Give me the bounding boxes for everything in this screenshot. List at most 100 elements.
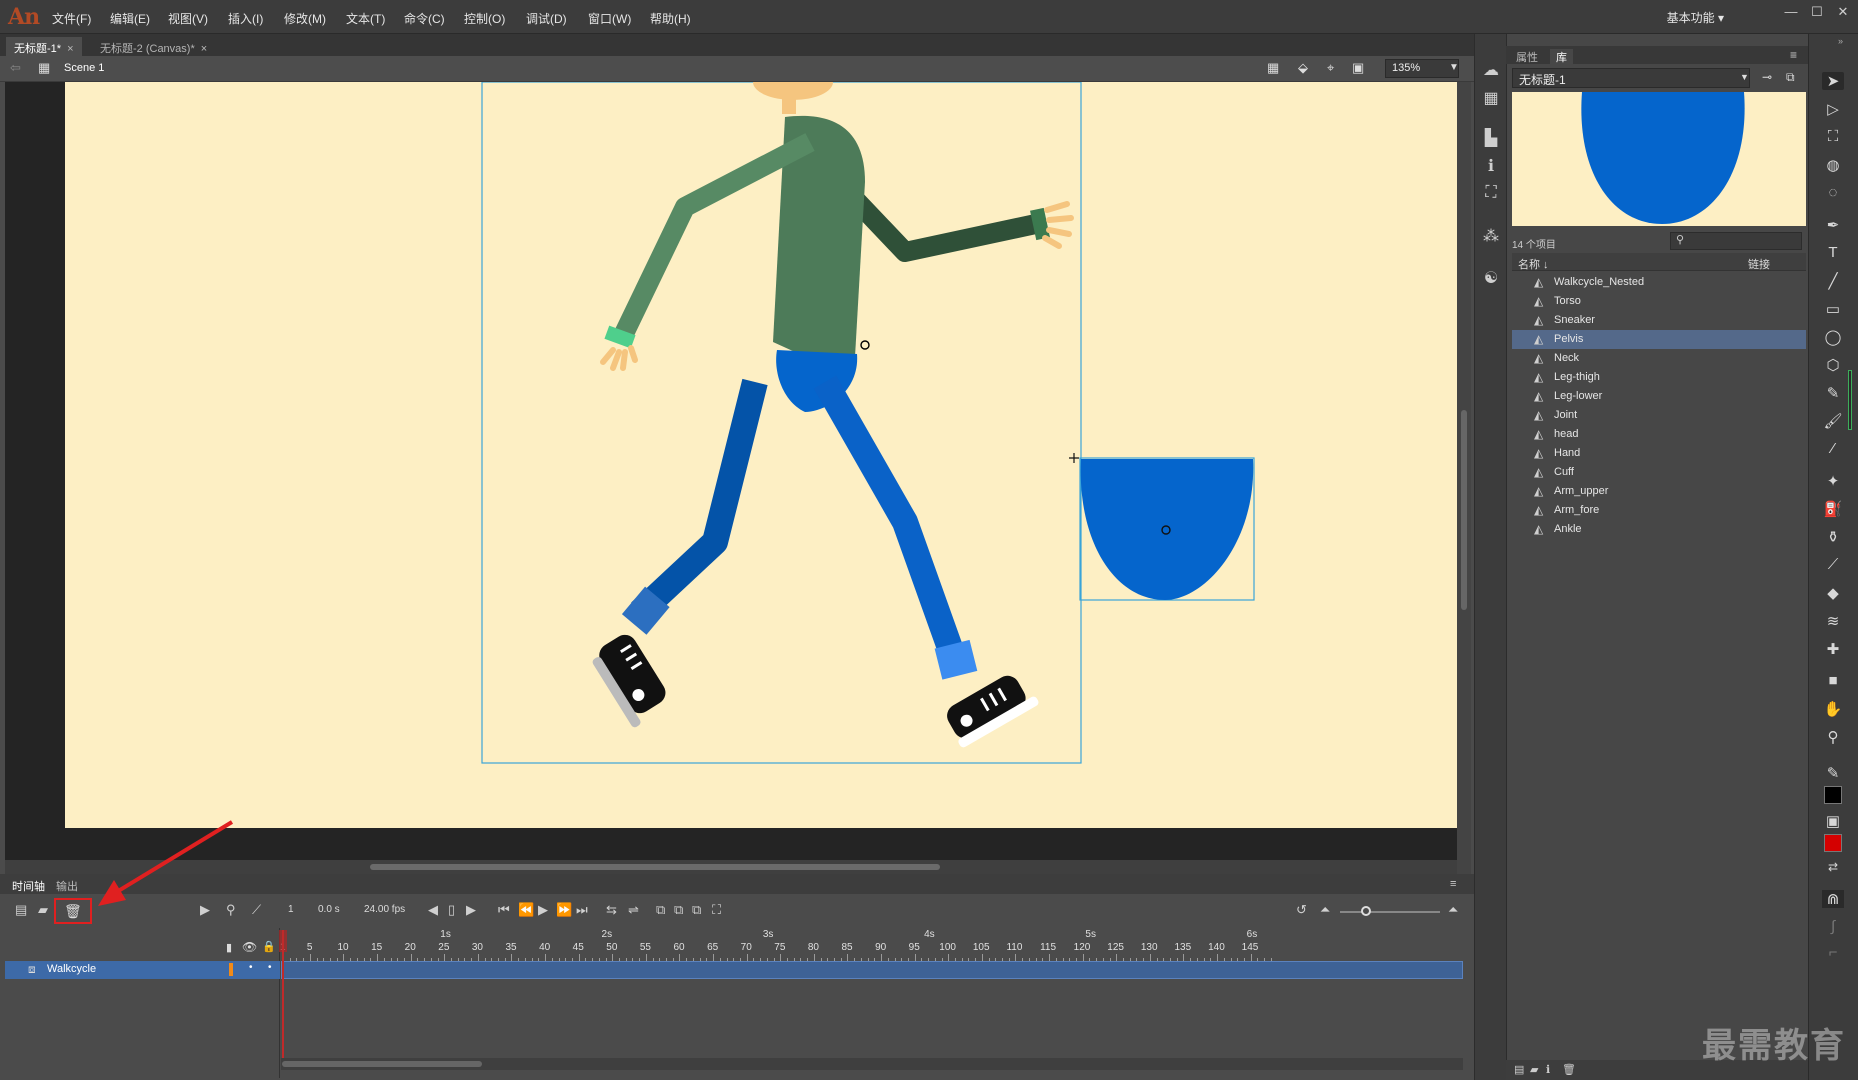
library-menu-icon[interactable]: ≡ [1790,48,1797,62]
layer-visible-dot[interactable]: • [249,962,253,973]
modify-markers-icon[interactable]: ⛶ [712,902,721,918]
new-library-panel-icon[interactable]: ⧉ [1786,70,1795,85]
asset-warp-tool-icon[interactable]: ✚ [1822,640,1844,658]
library-item[interactable]: ◭ Neck [1512,349,1806,368]
library-search-input[interactable] [1670,232,1802,250]
oval-tool-icon[interactable]: ◯ [1822,328,1844,346]
fit-timeline-icon[interactable]: ↺ [1296,902,1307,918]
lasso-tool-icon[interactable]: ◌ [1822,184,1844,201]
lock-icon[interactable]: 🔒 [262,940,276,953]
edit-multiple-frames-icon[interactable]: ⧉ [692,902,701,918]
collapse-panel-icon[interactable]: » [1838,36,1843,46]
timeline-zoom-knob[interactable] [1361,906,1371,916]
visibility-eye-icon[interactable]: 👁 [242,940,257,954]
layer-color-swatch[interactable] [229,963,233,976]
library-item[interactable]: ◭ Ankle [1512,520,1806,539]
info-icon[interactable]: ℹ [1482,156,1500,176]
column-name[interactable]: 名称 ↓ [1518,256,1549,272]
subselection-tool-icon[interactable]: ▷ [1822,100,1844,118]
chevron-down-icon[interactable]: ▼ [1449,62,1459,73]
properties-icon[interactable]: ℹ [1546,1063,1550,1076]
minimize-button[interactable]: — [1778,4,1804,24]
column-linkage[interactable]: 链接 [1748,256,1770,272]
bone-tool-icon[interactable]: ✦ [1822,472,1844,490]
maximize-button[interactable]: ☐ [1804,4,1830,24]
onion-outline-icon[interactable]: ⧉ [674,902,683,918]
prev-keyframe-icon[interactable]: ◀ [428,902,438,918]
stage-vscroll-thumb[interactable] [1461,410,1467,610]
swap-colors-icon[interactable]: ⇄ [1822,860,1844,874]
brush-tool-icon[interactable]: ⁄ [1822,440,1844,457]
loop-icon[interactable]: ⇆ [606,902,617,918]
hand-tool-icon[interactable]: ✋ [1822,700,1844,718]
camera-tool-icon[interactable]: ■ [1822,672,1844,689]
menu-edit[interactable]: 编辑(E) [110,10,150,27]
paint-brush-tool-icon[interactable]: 🖌 [1822,412,1844,430]
pen-tool-icon[interactable]: ✒ [1822,216,1844,234]
line-tool-icon[interactable]: ╱ [1822,272,1844,290]
edit-scene-icon[interactable]: ▦ [1267,60,1279,76]
ink-bottle-tool-icon[interactable]: ⚱ [1822,528,1844,546]
free-transform-tool-icon[interactable]: ⛶ [1822,128,1844,145]
graph-icon[interactable]: ⟋ [252,902,261,918]
edit-symbol-icon[interactable]: ⬙ [1298,60,1308,76]
tab-timeline[interactable]: 时间轴 [12,878,45,894]
menu-help[interactable]: 帮助(H) [650,10,691,27]
clip-content-icon[interactable]: ▣ [1352,60,1364,76]
menu-view[interactable]: 视图(V) [168,10,208,27]
text-tool-icon[interactable]: T [1822,244,1844,261]
menu-file[interactable]: 文件(F) [52,10,91,27]
playhead[interactable] [282,930,284,1070]
library-document-select[interactable]: 无标题-1 [1512,68,1750,88]
timeline-ruler[interactable]: 1510152025303540455055606570758085909510… [280,928,1464,962]
zoom-out-timeline-icon[interactable]: ⏶ [1320,902,1330,918]
color-swatches-icon[interactable]: ⁂ [1482,226,1500,246]
zoom-tool-icon[interactable]: ⚲ [1822,728,1844,746]
menu-commands[interactable]: 命令(C) [404,10,445,27]
step-back-icon[interactable]: ⏪ [518,902,534,918]
frame-span[interactable] [281,961,1463,979]
goto-last-icon[interactable]: ⏭ [576,902,588,918]
elapsed-time[interactable]: 0.0 s [318,904,340,915]
menu-control[interactable]: 控制(O) [464,10,505,27]
library-item[interactable]: ◭ Sneaker [1512,311,1806,330]
tools-scrollbar[interactable] [1848,370,1852,430]
cc-libraries-icon[interactable]: ☯ [1482,268,1500,288]
library-item[interactable]: ◭ Leg-lower [1512,387,1806,406]
library-item[interactable]: ◭ Arm_upper [1512,482,1806,501]
new-symbol-icon[interactable]: ▤ [1514,1063,1524,1076]
align-icon[interactable]: ▙ [1482,128,1500,148]
frame-rate[interactable]: 24.00 fps [364,904,405,915]
pencil-tool-icon[interactable]: ✎ [1822,384,1844,402]
doc-tab-untitled-2[interactable]: 无标题-2 (Canvas)* × [92,37,215,56]
play-icon[interactable]: ▶ [538,902,548,918]
close-window-button[interactable]: ✕ [1830,4,1856,24]
center-stage-icon[interactable]: ⌖ [1327,60,1334,76]
library-item-selected[interactable]: ◭ Pelvis [1512,330,1806,349]
polystar-tool-icon[interactable]: ⬡ [1822,356,1844,374]
close-tab-icon[interactable]: × [67,43,73,55]
chevron-down-icon[interactable]: ▼ [1740,72,1749,82]
snap-magnet-icon[interactable]: ⋒ [1822,890,1844,908]
pin-library-icon[interactable]: ⊸ [1762,70,1772,84]
library-item[interactable]: ◭ Walkcycle_Nested [1512,273,1806,292]
new-folder-icon[interactable]: ▰ [38,902,48,918]
library-item[interactable]: ◭ Joint [1512,406,1806,425]
next-keyframe-icon[interactable]: ▶ [466,902,476,918]
onion-skin-icon[interactable]: ⧉ [656,902,665,918]
zoom-in-timeline-icon[interactable]: ⏶ [1448,902,1458,918]
back-arrow-icon[interactable]: ⇦ [10,60,21,76]
timeline-scroll-thumb[interactable] [282,1061,482,1067]
selection-tool-icon[interactable]: ➤ [1822,72,1844,90]
menu-insert[interactable]: 插入(I) [228,10,263,27]
menu-debug[interactable]: 调试(D) [526,10,567,27]
current-frame[interactable]: 1 [288,904,294,915]
stage-hscroll-thumb[interactable] [370,864,940,870]
close-tab-icon[interactable]: × [201,43,207,55]
tab-properties[interactable]: 属性 [1516,49,1538,65]
stage[interactable] [65,64,1457,828]
goto-first-icon[interactable]: ⏮ [498,902,510,918]
doc-tab-untitled-1[interactable]: 无标题-1* × [6,37,82,56]
scene-name[interactable]: Scene 1 [64,62,104,74]
straighten-icon[interactable]: ⌐ [1822,944,1844,961]
